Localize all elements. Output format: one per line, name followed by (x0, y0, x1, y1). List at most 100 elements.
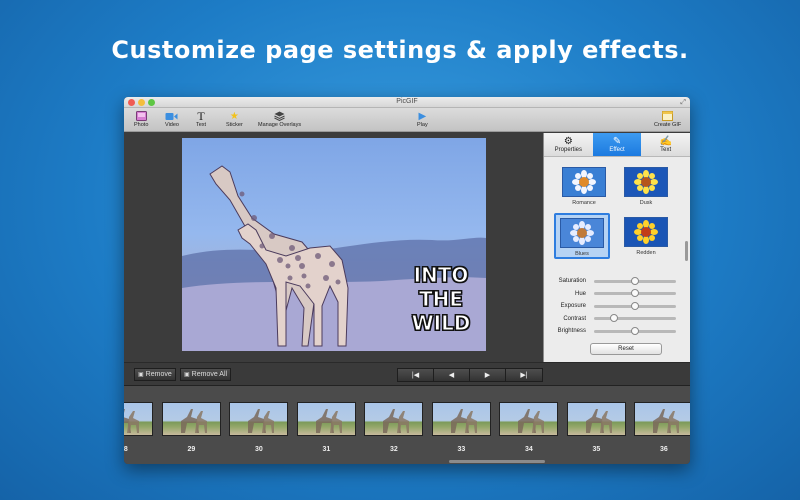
slider-track[interactable] (594, 289, 676, 298)
timeline-frame[interactable] (634, 402, 690, 436)
edit-text-icon: ✍ (659, 136, 672, 147)
slider-row: Brightness (552, 325, 682, 338)
effect-blues[interactable]: Blues (554, 213, 610, 259)
overlay-line-1: INTO (413, 263, 469, 288)
remove-all-button[interactable]: ▣ Remove All (180, 368, 232, 381)
remove-label: Remove (145, 371, 172, 378)
star-icon: ★ (229, 110, 239, 122)
photo-button[interactable]: Photo (134, 110, 148, 128)
fullscreen-icon[interactable]: ⤢ (680, 99, 686, 107)
magic-wand-icon: ✎ (612, 136, 622, 147)
effect-label: Blues (575, 251, 589, 257)
flower-thumbnail (560, 218, 604, 248)
create-gif-label: Create GIF (654, 122, 682, 128)
effect-redden[interactable]: Redden (618, 217, 674, 256)
slider-track[interactable] (594, 326, 676, 335)
image-icon: ▣ (138, 372, 144, 378)
video-camera-icon (165, 110, 178, 122)
inspector-panel: ⚙ Properties ✎ Effect ✍ Text Romance Dus… (543, 133, 690, 362)
timeline-frame[interactable] (124, 402, 153, 436)
frame-controls: ▣ Remove ▣ Remove All |◀ ◀ ▶ ▶| (124, 362, 690, 386)
frame-number: 33 (457, 446, 466, 453)
frame-number: 35 (592, 446, 601, 453)
slider-row: Hue (552, 288, 682, 301)
photo-icon (135, 110, 147, 122)
text-label: Text (196, 122, 207, 128)
promo-headline: Customize page settings & apply effects. (111, 36, 689, 64)
editor-canvas: INTO THE WILD (124, 133, 543, 362)
slider-label: Exposure (560, 303, 586, 310)
manage-overlays-label: Manage Overlays (258, 122, 302, 128)
timeline-frame[interactable] (229, 402, 288, 436)
overlay-text[interactable]: INTO THE WILD (406, 263, 476, 336)
frame-number: 28 (124, 446, 128, 453)
slider-knob[interactable] (631, 301, 639, 310)
play-icon: ▶ (418, 110, 427, 122)
photo-preview[interactable]: INTO THE WILD (182, 138, 486, 351)
slider-row: Exposure (552, 300, 682, 313)
tab-effect[interactable]: ✎ Effect (592, 133, 642, 156)
effect-label: Romance (572, 200, 596, 206)
flower-thumbnail (624, 167, 668, 197)
timeline-frame[interactable] (499, 402, 558, 436)
previous-frame-icon[interactable]: ◀ (434, 369, 470, 381)
slider-knob[interactable] (631, 276, 639, 285)
effects-scrollbar[interactable] (685, 241, 688, 261)
timeline-scrollbar[interactable] (449, 460, 545, 463)
first-frame-icon[interactable]: |◀ (398, 369, 434, 381)
tab-properties[interactable]: ⚙ Properties (544, 133, 593, 156)
frame-number: 29 (187, 446, 196, 453)
tab-properties-label: Properties (554, 147, 583, 153)
effects-grid: Romance Dusk Blues Redden (544, 157, 690, 269)
tab-text[interactable]: ✍ Text (641, 133, 690, 156)
slider-label: Hue (574, 290, 586, 297)
remove-all-label: Remove All (191, 371, 228, 378)
frame-number: 32 (390, 446, 398, 453)
slider-track[interactable] (594, 276, 676, 285)
image-icon: ▣ (184, 372, 190, 378)
text-icon: T (197, 108, 205, 123)
slider-label: Contrast (563, 315, 586, 322)
text-button[interactable]: T Text (196, 108, 207, 129)
create-gif-button[interactable]: Create GIF (654, 110, 681, 128)
frame-number: 34 (525, 446, 533, 453)
frame-navigation: |◀ ◀ ▶ ▶| (397, 368, 543, 382)
timeline-frame[interactable] (364, 402, 423, 436)
title-bar: PicGIF ⤢ (124, 97, 690, 108)
play-button[interactable]: ▶ Play (417, 110, 428, 129)
photo-label: Photo (134, 122, 149, 128)
reset-button[interactable]: Reset (590, 342, 662, 355)
overlay-line-2: THE (418, 287, 464, 312)
flower-thumbnail (624, 217, 668, 247)
slider-label: Brightness (557, 328, 586, 335)
effect-romance[interactable]: Romance (556, 167, 612, 206)
slider-knob[interactable] (610, 314, 619, 323)
sticker-button[interactable]: ★ Sticker (226, 110, 243, 129)
timeline-frame[interactable] (296, 402, 356, 436)
inspector-tabs: ⚙ Properties ✎ Effect ✍ Text (544, 133, 690, 157)
manage-overlays-button[interactable]: Manage Overlays (258, 110, 301, 128)
remove-button[interactable]: ▣ Remove (134, 368, 176, 381)
frame-number: 31 (322, 446, 331, 453)
next-frame-icon[interactable]: ▶ (470, 369, 506, 381)
timeline-frame[interactable] (431, 402, 491, 436)
layers-icon (274, 110, 285, 122)
slider-track[interactable] (594, 301, 676, 310)
timeline-frame[interactable] (566, 402, 626, 436)
adjustment-sliders: Saturation Hue Exposure Contrast Brightness (544, 269, 690, 338)
slider-knob[interactable] (631, 289, 639, 298)
video-button[interactable]: Video (165, 110, 179, 128)
window-title: PicGIF (396, 98, 418, 105)
slider-track[interactable] (594, 314, 676, 323)
frame-number: 36 (660, 446, 668, 453)
slider-knob[interactable] (631, 326, 639, 335)
play-label: Play (417, 122, 428, 128)
effect-dusk[interactable]: Dusk (618, 167, 674, 206)
flower-thumbnail (562, 167, 606, 197)
last-frame-icon[interactable]: ▶| (506, 369, 542, 381)
video-label: Video (165, 122, 179, 128)
slider-label: Saturation (558, 278, 586, 285)
slider-row: Saturation (552, 275, 682, 288)
frame-number: 30 (255, 446, 263, 453)
timeline-frame[interactable] (161, 402, 221, 436)
